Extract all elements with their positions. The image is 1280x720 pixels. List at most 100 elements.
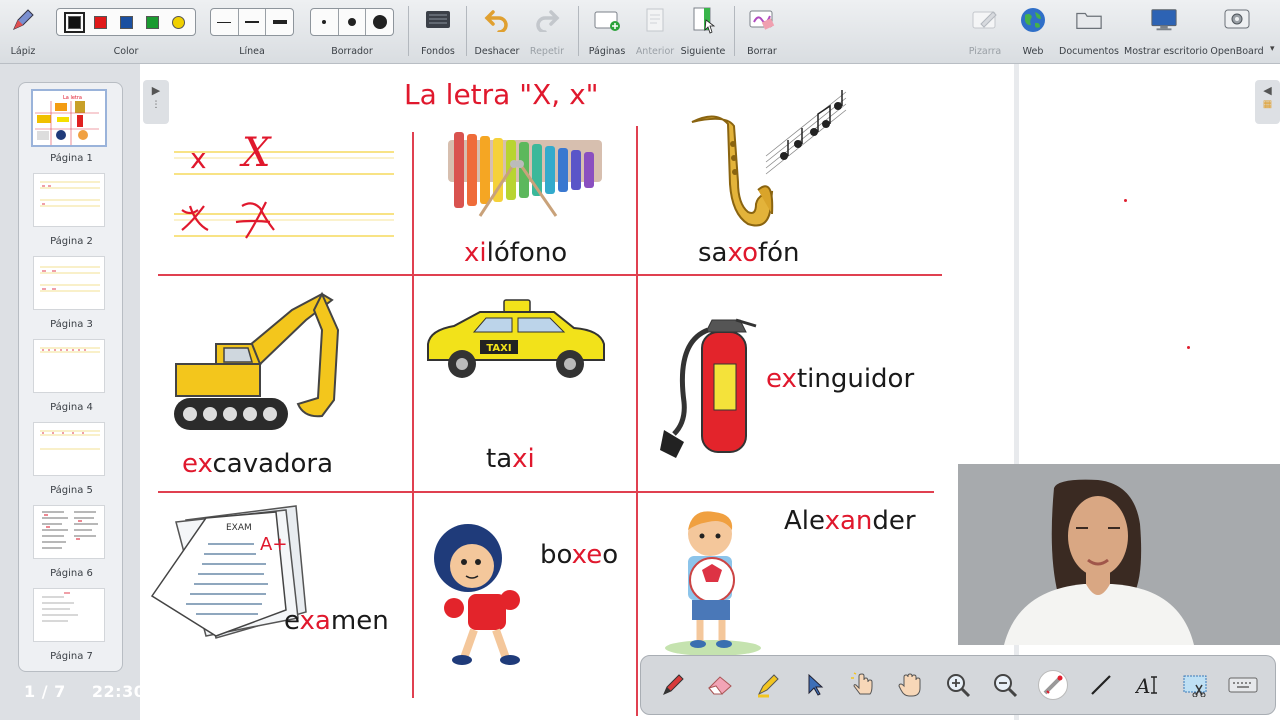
word-rest: lófono [486, 238, 568, 268]
toolbar-overflow-icon[interactable]: ▾ [1270, 44, 1275, 54]
eraser-icon[interactable] [705, 670, 735, 700]
fire-extinguisher-image [656, 312, 760, 464]
boy-with-ball-image [658, 508, 768, 656]
toolbar-separator [734, 6, 735, 56]
word-extinguidor: extinguidor [766, 364, 914, 394]
line-medium-option[interactable] [239, 9, 267, 35]
word-rest: cavadora [212, 449, 334, 479]
pen-icon[interactable] [658, 670, 688, 700]
library-panel-toggle[interactable]: ◀ ▦ [1255, 80, 1280, 124]
page-thumbnail-2[interactable] [33, 173, 105, 227]
taxi-image: TAXI [424, 298, 608, 384]
word-taxi: taxi [486, 444, 535, 474]
pages-button[interactable]: Páginas [584, 0, 630, 64]
page-thumbnail-label: Página 1 [50, 153, 93, 164]
page-thumbnail-label: Página 2 [50, 236, 93, 247]
zoom-in-icon[interactable] [943, 670, 973, 700]
eraser-size-selector[interactable] [310, 8, 394, 36]
previous-page-button[interactable]: Anterior [634, 0, 676, 64]
openboard-menu-button[interactable]: OpenBoard [1208, 0, 1266, 64]
eraser-size-group: Borrador [310, 0, 394, 64]
main-toolbar: Lápiz Color Línea Borrador Fondos Deshac… [0, 0, 1280, 64]
svg-text:A: A [1135, 674, 1150, 697]
word-highlight: xo [727, 238, 758, 268]
word-rest: men [330, 606, 389, 636]
word-highlight: xi [464, 238, 487, 268]
word-rest: fón [757, 238, 800, 268]
next-page-button[interactable]: Siguiente [680, 0, 726, 64]
line-thin-option[interactable] [211, 9, 239, 35]
exam-grade-text: A+ [260, 534, 287, 555]
color-group: Color [56, 0, 196, 64]
page-thumbnail-7[interactable] [33, 588, 105, 642]
color-green-swatch[interactable] [145, 15, 159, 29]
eraser-small-option[interactable] [311, 9, 339, 35]
word-alexander: Alexander [784, 506, 916, 536]
line-icon[interactable] [1086, 670, 1116, 700]
redo-button[interactable]: Repetir [524, 0, 570, 64]
gear-icon [1223, 6, 1251, 34]
pointer-icon[interactable] [800, 670, 830, 700]
add-page-icon [593, 6, 621, 34]
print-uppercase-x: X [242, 130, 271, 176]
text-icon[interactable]: A [1133, 670, 1163, 700]
undo-icon [483, 6, 511, 34]
laser-pointer-icon[interactable] [1038, 670, 1069, 700]
word-highlight: xe [571, 540, 603, 570]
word-rest: der [872, 506, 916, 536]
thumbnail-panel-toggle[interactable]: ▶ ⋮ [143, 80, 169, 124]
capture-icon[interactable] [1181, 670, 1211, 700]
word-prefix: bo [540, 540, 572, 570]
clear-page-button[interactable]: Borrar [740, 0, 784, 64]
word-highlight: xa [299, 606, 331, 636]
zoom-out-icon[interactable] [990, 670, 1020, 700]
documents-button[interactable]: Documentos [1058, 0, 1120, 64]
color-red-swatch[interactable] [93, 15, 107, 29]
xylophone-image [444, 130, 606, 222]
grid-line-horizontal [158, 491, 934, 493]
toolbar-separator [408, 6, 409, 56]
page-thumbnail-5[interactable] [33, 422, 105, 476]
pen-tool[interactable]: Lápiz [4, 0, 42, 64]
pan-hand-icon[interactable] [895, 670, 925, 700]
word-prefix: Ale [784, 506, 825, 536]
exam-header-text: EXAM [226, 523, 252, 533]
library-icon: ▦ [1262, 99, 1273, 110]
redo-icon [533, 6, 561, 34]
page-status: 1 / 7 22:30 [24, 682, 145, 701]
presenter-figure [958, 464, 1280, 645]
board-mode-button[interactable]: Pizarra [962, 0, 1008, 64]
background-grid-icon [424, 6, 452, 34]
color-black-swatch[interactable] [63, 11, 85, 33]
eraser-large-option[interactable] [366, 9, 393, 35]
interact-hand-icon[interactable] [848, 670, 878, 700]
line-thick-option[interactable] [266, 9, 293, 35]
page-thumbnail-4[interactable] [33, 339, 105, 393]
color-blue-swatch[interactable] [119, 15, 133, 29]
page-thumbnail-6[interactable] [33, 505, 105, 559]
keyboard-icon[interactable] [1228, 670, 1258, 700]
word-highlight: xi [512, 444, 535, 474]
undo-button[interactable]: Deshacer [472, 0, 522, 64]
saxophone-image [686, 84, 850, 234]
highlighter-icon[interactable] [753, 670, 783, 700]
backgrounds-button[interactable]: Fondos [416, 0, 460, 64]
show-desktop-button[interactable]: Mostrar escritorio [1124, 0, 1208, 64]
line-width-group: Línea [210, 0, 294, 64]
ink-dot [1187, 346, 1190, 349]
folder-icon [1075, 6, 1103, 34]
collapse-arrow-icon: ▶ [151, 84, 161, 97]
web-button[interactable]: Web [1012, 0, 1054, 64]
page-thumbnail-label: Página 3 [50, 319, 93, 330]
color-yellow-swatch[interactable] [171, 15, 185, 29]
svg-text:La letra: La letra [63, 95, 82, 101]
lesson-title: La letra "X, x" [404, 78, 599, 111]
boxer-boy-image [420, 518, 538, 668]
eraser-medium-option[interactable] [339, 9, 367, 35]
page-thumbnail-3[interactable] [33, 256, 105, 310]
clock-time: 22:30 [91, 682, 146, 701]
grid-line-vertical [636, 126, 638, 716]
page-thumbnail-1[interactable]: La letra [31, 89, 107, 147]
grid-line-horizontal [158, 274, 942, 276]
word-prefix: ta [486, 444, 513, 474]
